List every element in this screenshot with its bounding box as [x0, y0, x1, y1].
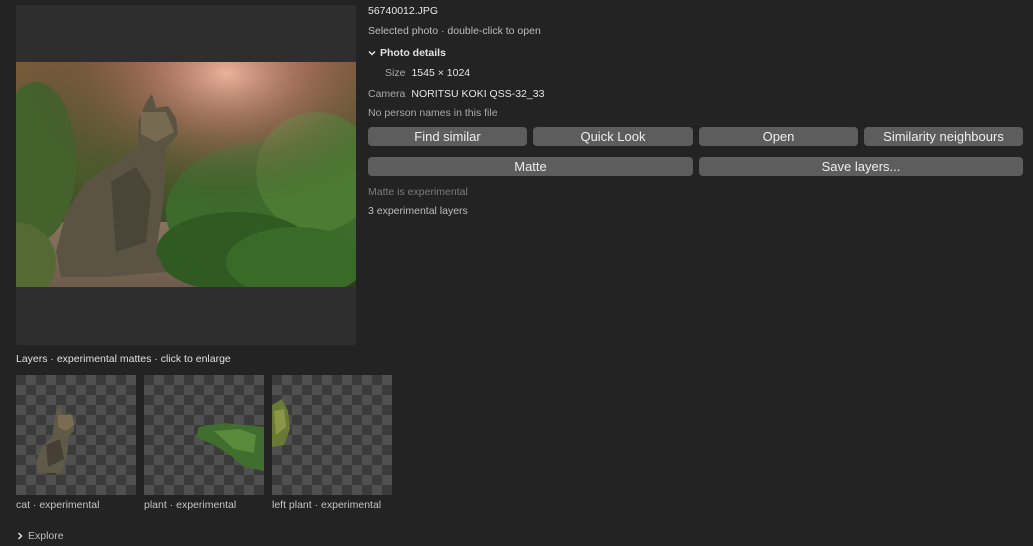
matte-button[interactable]: Matte [368, 157, 693, 176]
photo-preview-image[interactable] [16, 62, 356, 287]
camera-label: Camera [368, 88, 406, 100]
size-row: Size 1545 × 1024 [385, 67, 470, 79]
photo-details-toggle[interactable]: Photo details [368, 47, 446, 59]
camera-row: Camera NORITSU KOKI QSS-32_33 [368, 88, 544, 100]
layer-label-cat: cat · experimental [16, 499, 100, 511]
size-value: 1545 × 1024 [411, 67, 471, 79]
layer-label-left-plant: left plant · experimental [272, 499, 382, 511]
layer-label-plant: plant · experimental [144, 499, 237, 511]
matte-experimental-note: Matte is experimental [368, 186, 468, 198]
save-layers-button[interactable]: Save layers... [699, 157, 1023, 176]
experimental-layer-count: 3 experimental layers [368, 205, 468, 217]
layer-thumb-cat[interactable] [16, 375, 136, 495]
quick-look-button[interactable]: Quick Look [533, 127, 693, 146]
chevron-down-icon [368, 50, 376, 56]
open-button[interactable]: Open [699, 127, 858, 146]
selected-photo-hint: Selected photo · double-click to open [368, 25, 541, 37]
find-similar-button[interactable]: Find similar [368, 127, 527, 146]
layer-thumb-left-plant[interactable] [272, 375, 392, 495]
similarity-neighbours-button[interactable]: Similarity neighbours [864, 127, 1023, 146]
person-names-note: No person names in this file [368, 107, 498, 119]
photo-preview-pane[interactable] [16, 5, 356, 345]
file-name: 56740012.JPG [368, 5, 439, 17]
explore-toggle[interactable]: Explore [16, 530, 64, 542]
layer-thumb-plant[interactable] [144, 375, 264, 495]
size-label: Size [385, 67, 406, 79]
explore-label: Explore [28, 530, 64, 542]
camera-value: NORITSU KOKI QSS-32_33 [411, 88, 545, 100]
layers-title: Layers · experimental mattes · click to … [16, 353, 231, 365]
chevron-right-icon [17, 532, 23, 540]
photo-details-label: Photo details [380, 47, 446, 59]
